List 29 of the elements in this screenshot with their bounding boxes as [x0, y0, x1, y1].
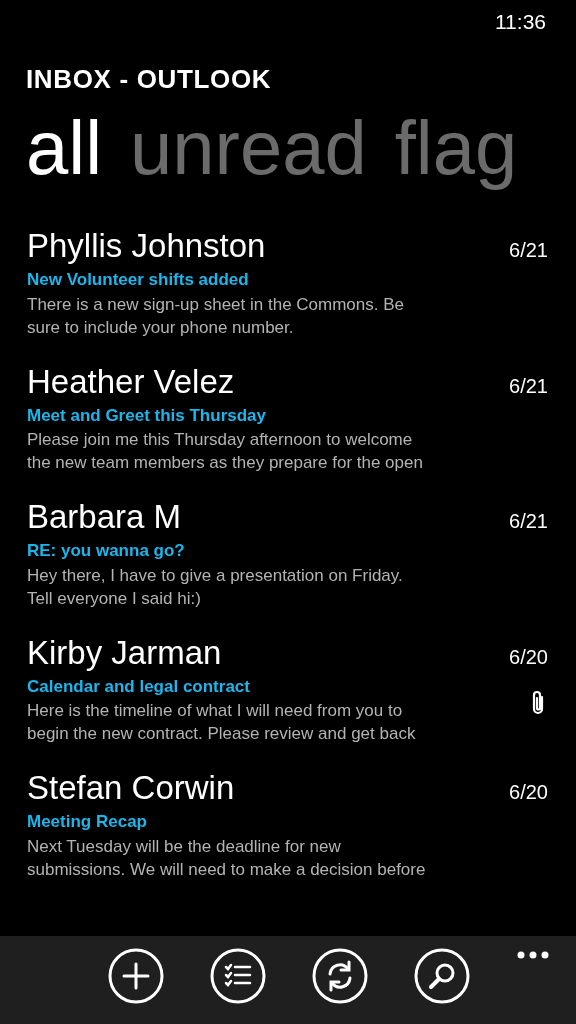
sender-name[interactable]: Barbara M — [27, 498, 488, 536]
email-preview: Hey there, I have to give a presentation on Friday. Tell everyone I said hi:) — [27, 564, 404, 610]
email-preview: There is a new sign-up sheet in the Commons. Be sure to include your phone number. — [27, 293, 406, 339]
email-subject: Calendar and legal contract — [27, 675, 251, 698]
checklist-icon[interactable] — [210, 948, 266, 1004]
email-date: 6/20 — [509, 780, 548, 805]
status-time: 11:36 — [495, 9, 546, 35]
email-preview: Next Tuesday will be the deadline for new submissions. We will need to make a decision before — [27, 835, 427, 881]
add-icon[interactable] — [108, 948, 164, 1004]
email-date: 6/20 — [509, 644, 548, 670]
email-preview: Here is the timeline of what I will need from you to begin the new contract. Please review and get back — [27, 700, 417, 745]
sync-icon[interactable] — [312, 948, 368, 1004]
more-icon[interactable] — [516, 950, 550, 960]
email-subject: RE: you wanna go? — [27, 540, 186, 562]
email-date: 6/21 — [509, 509, 548, 534]
email-subject: Meeting Recap — [27, 811, 148, 833]
email-date: 6/21 — [509, 373, 548, 399]
sender-name[interactable]: Stefan Corwin — [27, 769, 488, 807]
email-date: 6/21 — [509, 238, 548, 263]
sender-name[interactable]: Phyllis Johnston — [27, 227, 488, 265]
search-icon[interactable] — [414, 948, 470, 1004]
email-preview: Please join me this Thursday afternoon to welcome the new team members as they prepare for the open — [27, 429, 424, 474]
pivot-tab[interactable]: unread — [130, 110, 367, 186]
app-title: INBOX - OUTLOOK — [26, 64, 272, 94]
email-subject: Meet and Greet this Thursday — [27, 404, 267, 427]
sender-name[interactable]: Kirby Jarman — [27, 633, 488, 672]
sender-name[interactable]: Heather Velez — [27, 362, 488, 401]
pivot-tab[interactable]: all — [26, 110, 103, 186]
email-subject: New Volunteer shifts added — [27, 269, 250, 291]
